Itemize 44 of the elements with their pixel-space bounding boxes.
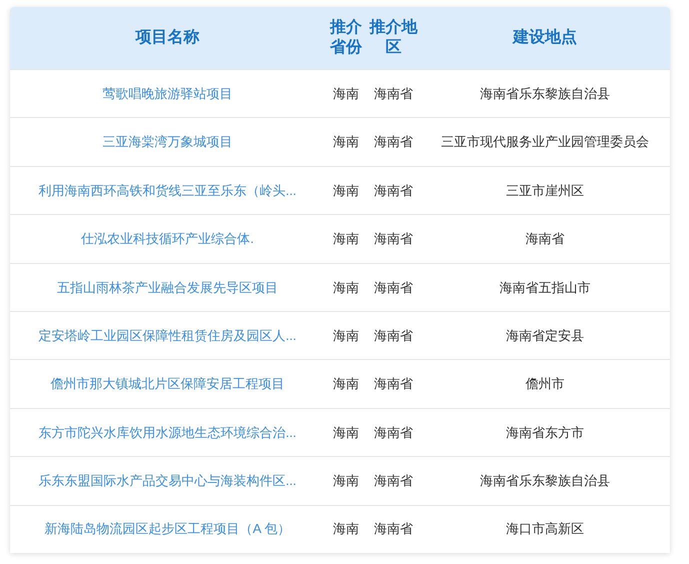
table-cell-text: 海南 <box>333 182 359 200</box>
project-link[interactable]: 莺歌唱晚旅游驿站项目 <box>102 84 232 104</box>
table-cell-text: 海南 <box>333 375 359 394</box>
table-cell-text: 海南 <box>333 472 359 490</box>
table-cell-text: 海南省乐东黎族自治县 <box>480 472 610 490</box>
table-cell-text: 海南省东方市 <box>506 424 584 442</box>
table-cell-text: 海南 <box>333 84 359 103</box>
table-cell-text: 海南省五指山市 <box>500 278 590 296</box>
column-header: 推介省份 <box>328 18 363 58</box>
table-cell-text: 海南 <box>333 230 359 248</box>
table-cell-text: 海南 <box>333 326 359 345</box>
table-cell-text: 海南省乐东黎族自治县 <box>480 84 610 103</box>
project-link[interactable]: 新海陆岛物流园区起步区工程项目（A 包） <box>44 519 290 539</box>
table-cell-text: 海南 <box>333 520 359 538</box>
table-cell-text: 海南省 <box>374 182 413 200</box>
table-cell-text: 海南省定安县 <box>506 326 584 345</box>
table-cell-text: 海南省 <box>374 326 413 345</box>
table-cell-text: 儋州市 <box>526 375 564 394</box>
table-cell-text: 海南省 <box>374 278 413 296</box>
column-header: 项目名称 <box>136 28 200 48</box>
table-cell-text: 海南 <box>333 424 359 442</box>
project-link[interactable]: 三亚海棠湾万象城项目 <box>102 132 232 152</box>
table-cell-text: 海南省 <box>374 230 413 248</box>
table-cell-text: 海口市高新区 <box>506 520 584 538</box>
table-cell-text: 海南省 <box>374 84 413 103</box>
project-link[interactable]: 儋州市那大镇城北片区保障安居工程项目 <box>50 374 284 394</box>
column-header: 建设地点 <box>513 28 577 48</box>
table-cell-text: 海南省 <box>374 375 413 394</box>
project-link[interactable]: 仕泓农业科技循环产业综合体. <box>81 229 254 249</box>
project-link[interactable]: 东方市陀兴水库饮用水源地生态环境综合治... <box>38 422 296 442</box>
table-cell-text: 海南省 <box>526 230 564 248</box>
column-header: 推介地区 <box>368 18 419 58</box>
table-cell-text: 海南 <box>333 278 359 296</box>
project-link[interactable]: 五指山雨林茶产业融合发展先导区项目 <box>57 278 278 297</box>
project-link[interactable]: 定安塔岭工业园区保障性租赁住房及园区人... <box>38 326 296 346</box>
table-cell-text: 三亚市现代服务业产业园管理委员会 <box>441 133 649 152</box>
table-cell-text: 海南省 <box>374 424 413 442</box>
table-cell-text: 三亚市崖州区 <box>506 182 584 200</box>
table-cell-text: 海南 <box>333 133 359 152</box>
table-cell-text: 海南省 <box>374 133 413 152</box>
table-cell-text: 海南省 <box>374 472 413 490</box>
project-link[interactable]: 乐东东盟国际水产品交易中心与海装构件区... <box>38 471 296 491</box>
project-link[interactable]: 利用海南西环高铁和货线三亚至乐东（岭头... <box>38 180 296 200</box>
table-cell-text: 海南省 <box>374 520 413 538</box>
